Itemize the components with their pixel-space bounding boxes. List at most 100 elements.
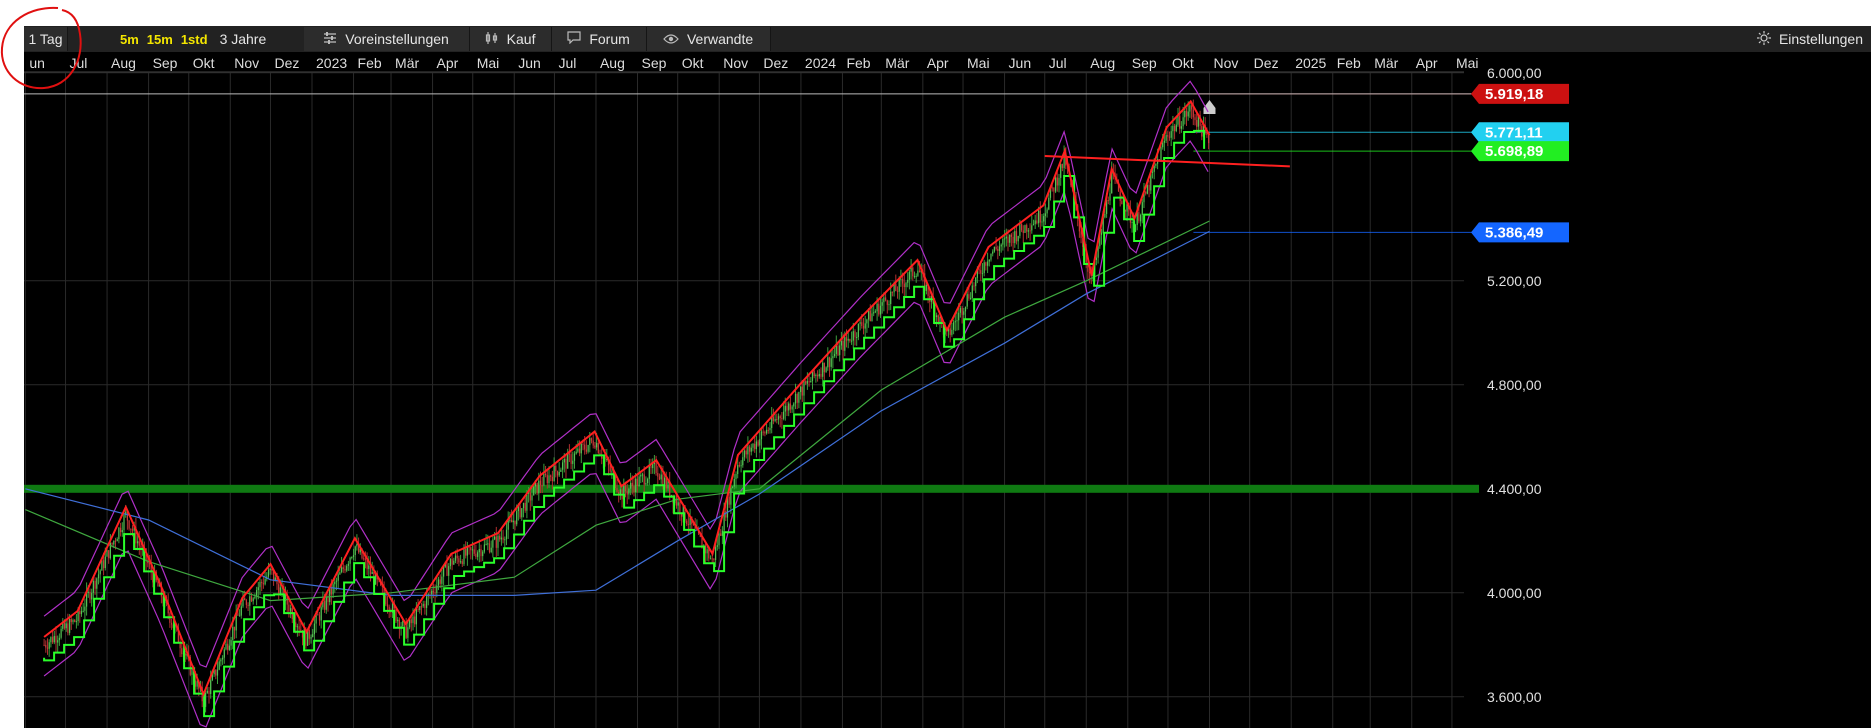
candle-body: [827, 357, 829, 368]
candle-body: [548, 475, 550, 484]
candle-body: [589, 438, 591, 445]
time-tick-label: Mai: [967, 55, 990, 71]
candle-body: [873, 312, 875, 314]
candle-body: [986, 261, 989, 266]
candle-body: [53, 635, 55, 643]
candle-body: [584, 444, 586, 450]
candle-body: [475, 553, 477, 557]
candle-body: [840, 340, 842, 346]
candle-body: [1172, 125, 1174, 132]
candlestick-icon: [485, 31, 499, 48]
candle-body: [915, 275, 917, 277]
presets-button[interactable]: Voreinstellungen: [303, 27, 470, 51]
candle-body: [442, 566, 445, 577]
candle-body: [1014, 231, 1016, 244]
candle-body: [325, 596, 327, 610]
candle-body: [505, 529, 508, 540]
bollinger-lower: [43, 140, 1209, 728]
time-tick-label: Sep: [1132, 55, 1157, 71]
candle-body: [1173, 125, 1176, 132]
candle-body: [956, 320, 958, 322]
candle-body: [1002, 238, 1004, 245]
candle-body: [558, 471, 560, 476]
candle-body: [170, 622, 173, 625]
candle-body: [794, 393, 797, 404]
candle-body: [206, 690, 208, 694]
candle-body: [102, 560, 105, 569]
candle-body: [204, 693, 207, 707]
candle-body: [954, 321, 956, 323]
candle-body: [648, 465, 650, 479]
candle-body: [772, 416, 774, 422]
candle-body: [799, 386, 802, 393]
candle-body: [1119, 191, 1121, 201]
candle-body: [238, 615, 241, 617]
candle-body: [633, 486, 635, 493]
candle-body: [422, 603, 424, 607]
interval-15m-button[interactable]: 15m: [142, 27, 177, 51]
buy-button[interactable]: Kauf: [469, 27, 552, 51]
candle-body: [437, 579, 440, 586]
candle-body: [1015, 231, 1018, 242]
settings-button[interactable]: Einstellungen: [1748, 27, 1871, 51]
candle-body: [1036, 220, 1038, 224]
candle-body: [300, 629, 302, 631]
candle-body: [420, 606, 423, 608]
candle-body: [317, 614, 319, 616]
candle-body: [636, 478, 638, 487]
candle-body: [1060, 163, 1062, 178]
interval-5m-button[interactable]: 5m: [116, 27, 143, 51]
candle-body: [327, 596, 329, 603]
candle-body: [755, 441, 757, 450]
candle-body: [1029, 230, 1031, 232]
candle-body: [1121, 200, 1123, 205]
candle-body: [854, 331, 856, 338]
chart-grid: [24, 71, 1464, 728]
candle-body: [1175, 124, 1177, 132]
candle-body: [46, 647, 49, 649]
candle-body: [646, 478, 649, 483]
period-button[interactable]: 1 Tag: [24, 27, 68, 51]
settings-label: Einstellungen: [1778, 31, 1863, 47]
price-tick-label: 6.000,00: [1487, 65, 1542, 81]
price-marker-label: 5.771,11: [1485, 124, 1543, 141]
candle-body: [407, 627, 409, 638]
candle-body: [1046, 209, 1048, 214]
time-tick-label: Aug: [600, 55, 625, 71]
candle-body: [769, 427, 771, 431]
time-tick-label: Aug: [1090, 55, 1115, 71]
candle-body: [116, 539, 118, 542]
candle-body: [113, 540, 115, 545]
candle-body: [364, 558, 366, 560]
price-chart[interactable]: un Jul Aug Sep Okt Nov Dez 2023 Feb Mär Apr Mai Jun J…: [24, 52, 1871, 728]
forum-button[interactable]: Forum: [551, 27, 647, 51]
candle-body: [476, 552, 479, 557]
candle-body: [352, 554, 355, 558]
candle-body: [490, 547, 492, 553]
candle-body: [867, 310, 870, 320]
time-tick-label: un: [29, 55, 45, 71]
candle-body: [80, 611, 83, 615]
candle-body: [92, 580, 94, 593]
candle-body: [410, 619, 412, 624]
candle-body: [296, 626, 298, 628]
candle-body: [577, 448, 579, 452]
candle-body: [575, 451, 577, 454]
candle-body: [240, 606, 242, 616]
candle-body: [560, 469, 562, 472]
candle-body: [478, 548, 480, 553]
range-button[interactable]: 3 Jahre: [211, 27, 304, 51]
candle-body: [1019, 224, 1021, 236]
candle-body: [414, 616, 416, 625]
related-button[interactable]: Verwandte: [646, 27, 771, 51]
time-tick-label: 2024: [805, 55, 836, 71]
candle-body: [278, 584, 280, 595]
candle-body: [881, 302, 883, 306]
time-tick-label: Feb: [1337, 55, 1361, 71]
time-tick-label: Nov: [723, 55, 748, 71]
candle-body: [138, 541, 140, 546]
candle-body: [1160, 147, 1162, 161]
candle-body: [119, 527, 122, 533]
interval-1std-button[interactable]: 1std: [176, 27, 212, 51]
candle-body: [918, 270, 921, 273]
